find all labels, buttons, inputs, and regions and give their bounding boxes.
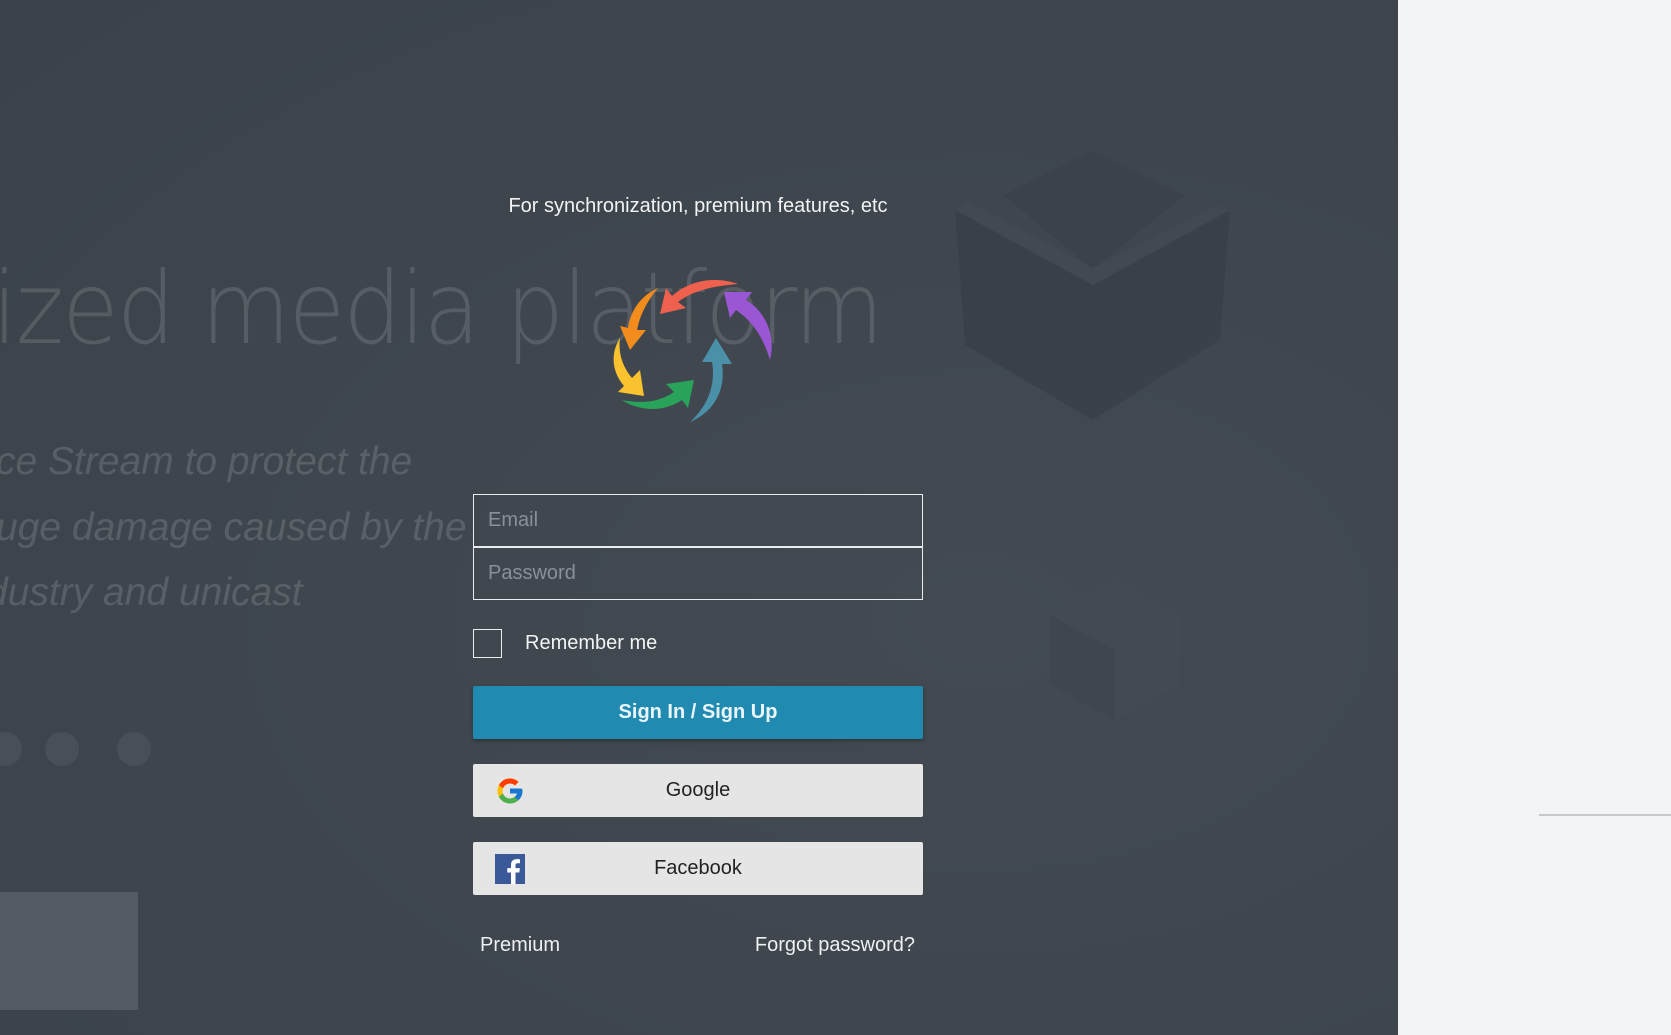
- forgot-password-link[interactable]: Forgot password?: [755, 934, 915, 957]
- premium-link[interactable]: Premium: [480, 934, 560, 957]
- background-text-line: dustry and unicast: [0, 571, 303, 614]
- cube-decoration-icon: [1050, 580, 1180, 720]
- password-input[interactable]: [473, 547, 923, 600]
- remember-me-row[interactable]: Remember me: [473, 628, 657, 659]
- sign-in-button[interactable]: Sign In / Sign Up: [473, 686, 923, 739]
- cube-decoration-icon: [955, 150, 1230, 420]
- google-sign-in-button[interactable]: Google: [473, 764, 923, 817]
- facebook-button-label: Facebook: [654, 857, 742, 879]
- carousel-dot[interactable]: [0, 732, 22, 766]
- facebook-sign-in-button[interactable]: Facebook: [473, 842, 923, 895]
- google-button-label: Google: [665, 779, 731, 801]
- background-text-line: ce Stream to protect the: [0, 440, 413, 483]
- sync-arrows-logo-icon: [613, 280, 772, 422]
- remember-me-label: Remember me: [525, 632, 658, 654]
- background-text-line: uge damage caused by the: [0, 506, 467, 549]
- carousel-dot[interactable]: [45, 732, 79, 766]
- background-card: [0, 892, 138, 1010]
- facebook-f-icon: [495, 854, 525, 884]
- remember-me-checkbox[interactable]: [473, 629, 502, 658]
- divider-line: [1539, 814, 1671, 816]
- google-g-icon: [497, 778, 523, 804]
- carousel-dot[interactable]: [117, 732, 151, 766]
- login-subtitle: For synchronization, premium features, e…: [508, 195, 888, 217]
- email-input[interactable]: [473, 494, 923, 547]
